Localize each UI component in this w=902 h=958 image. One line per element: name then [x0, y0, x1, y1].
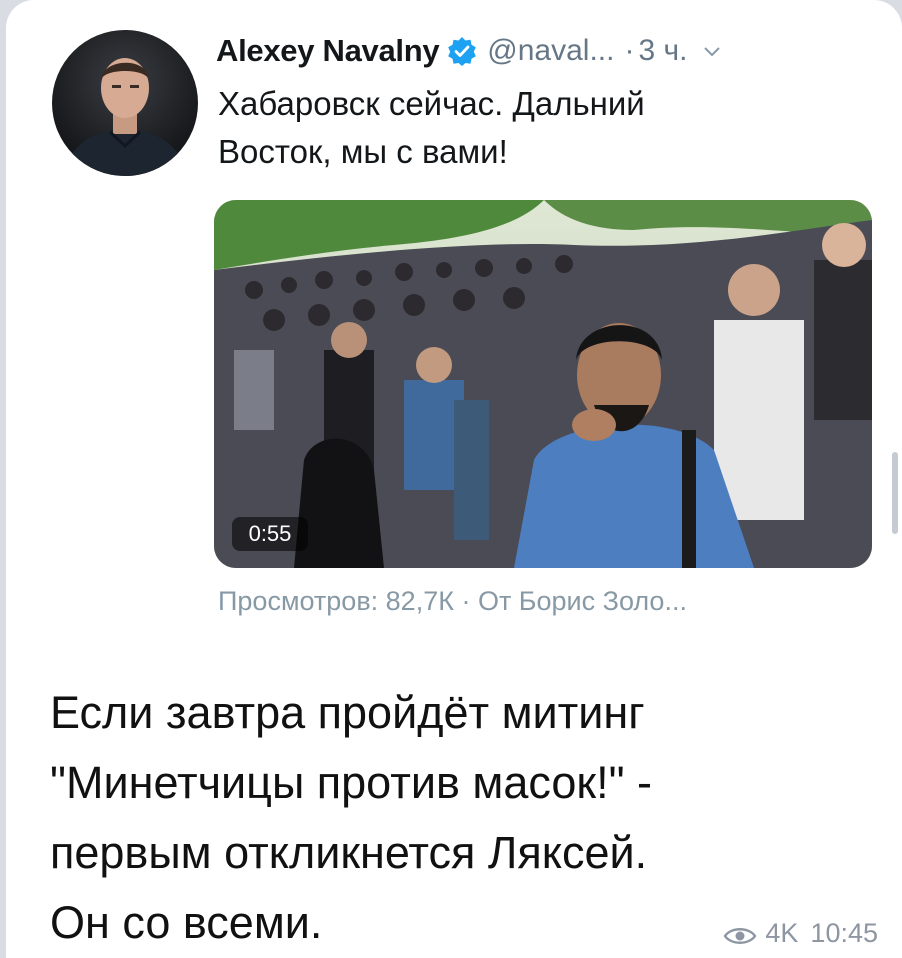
message-text: Если завтра пройдёт митинг "Минетчицы пр…: [50, 678, 870, 958]
eye-icon: [723, 923, 757, 945]
message-meta: 4K 10:45: [723, 918, 878, 949]
avatar[interactable]: [52, 30, 198, 176]
tweet-text-line: Хабаровск сейчас. Дальний: [218, 85, 645, 122]
tweet-text-line: Восток, мы с вами!: [218, 133, 508, 170]
embedded-tweet[interactable]: Alexey Navalny @naval... · 3 ч. Хабаровс…: [6, 0, 902, 640]
tweet-header: Alexey Navalny @naval... · 3 ч.: [216, 28, 723, 74]
message-text-line: Если завтра пройдёт митинг: [50, 687, 645, 738]
chevron-down-icon[interactable]: [701, 40, 723, 62]
message-text-line: "Минетчицы против масок!" -: [50, 757, 653, 808]
video-duration-badge: 0:55: [232, 517, 308, 551]
author-handle[interactable]: @naval...: [487, 34, 614, 68]
video-player[interactable]: [214, 200, 872, 568]
verified-badge-icon: [447, 36, 477, 66]
message-text-line: первым откликнется Ляксей.: [50, 827, 648, 878]
author-name[interactable]: Alexey Navalny: [216, 33, 440, 69]
tweet-time[interactable]: 3 ч.: [638, 34, 687, 68]
message-time: 10:45: [810, 918, 878, 948]
message-bubble: Alexey Navalny @naval... · 3 ч. Хабаровс…: [6, 0, 902, 958]
video-views-attribution: Просмотров: 82,7К · От Борис Золо...: [218, 586, 687, 616]
view-count: 4K: [765, 918, 799, 948]
separator: ·: [624, 34, 635, 67]
scrollbar[interactable]: [892, 452, 898, 534]
tweet-text: Хабаровск сейчас. Дальний Восток, мы с в…: [218, 80, 858, 176]
